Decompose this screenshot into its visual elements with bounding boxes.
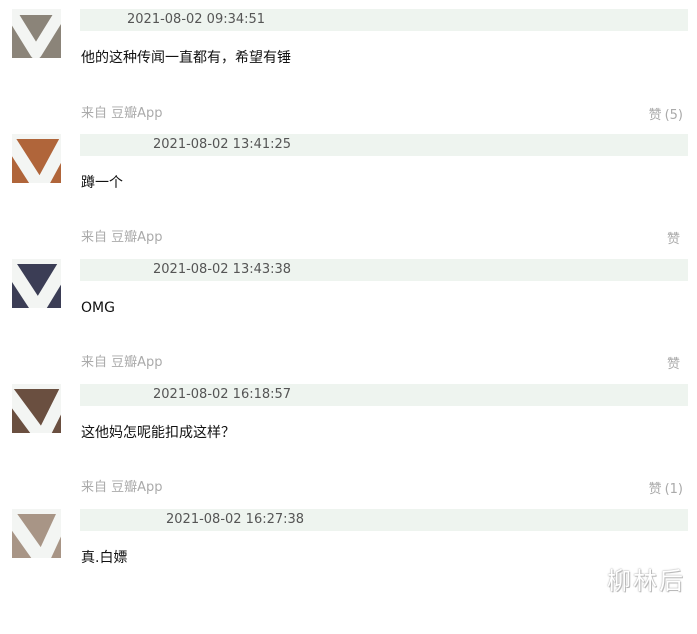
like-label: 赞 [648,108,662,123]
comment-text: 真.白嫖 [81,550,128,566]
comment-timestamp: 2021-08-02 16:27:38 [166,512,305,527]
avatar-redaction-scribble [12,384,61,433]
comment-source[interactable]: 来自 豆瓣App [81,354,163,372]
comment-timestamp: 2021-08-02 13:43:38 [153,262,292,277]
avatar[interactable] [12,259,61,308]
avatar-redaction-scribble [12,134,61,183]
avatar-redaction-scribble [12,259,61,308]
comment-text: 这他妈怎呢能扣成这样？ [81,425,235,441]
avatar[interactable] [12,509,61,558]
like-button[interactable]: 赞 [667,356,683,374]
comment-timestamp: 2021-08-02 16:18:57 [153,387,292,402]
source-label: 来自 豆瓣App [81,106,163,121]
like-label: 赞 [666,232,680,247]
avatar-redaction-scribble [12,509,61,558]
source-label: 来自 豆瓣App [81,480,163,495]
source-label: 来自 豆瓣App [81,230,163,245]
like-button[interactable]: 赞 (5) [649,107,683,125]
like-button[interactable]: 赞 [667,231,683,249]
comment-item: 2021-08-02 09:34:51 他的这种传闻一直都有，希望有锤 来自 豆… [0,9,697,134]
comment-timestamp: 2021-08-02 13:41:25 [153,137,292,152]
like-button[interactable]: 赞 (1) [649,481,683,499]
watermark: 柳林后 [607,567,685,595]
comment-item: 2021-08-02 13:43:38 OMG 来自 豆瓣App 赞 [0,259,697,384]
comment-timestamp: 2021-08-02 09:34:51 [127,12,266,27]
like-label: 赞 [666,357,680,372]
comment-text: 蹲一个 [81,175,123,191]
comment-item: 2021-08-02 16:18:57 这他妈怎呢能扣成这样？ 来自 豆瓣App… [0,384,697,509]
like-count: (1) [664,482,683,497]
comment-text: OMG [81,300,115,316]
like-count: (5) [664,108,683,123]
avatar[interactable] [12,384,61,433]
comment-item: 2021-08-02 13:41:25 蹲一个 来自 豆瓣App 赞 [0,134,697,259]
comment-item: 2021-08-02 16:27:38 真.白嫖 [0,509,697,634]
comment-source[interactable]: 来自 豆瓣App [81,229,163,247]
avatar-redaction-scribble [12,9,61,58]
avatar[interactable] [12,9,61,58]
source-label: 来自 豆瓣App [81,355,163,370]
avatar[interactable] [12,134,61,183]
like-label: 赞 [648,482,662,497]
comment-text: 他的这种传闻一直都有，希望有锤 [81,50,291,66]
comment-source[interactable]: 来自 豆瓣App [81,105,163,123]
comment-source[interactable]: 来自 豆瓣App [81,479,163,497]
